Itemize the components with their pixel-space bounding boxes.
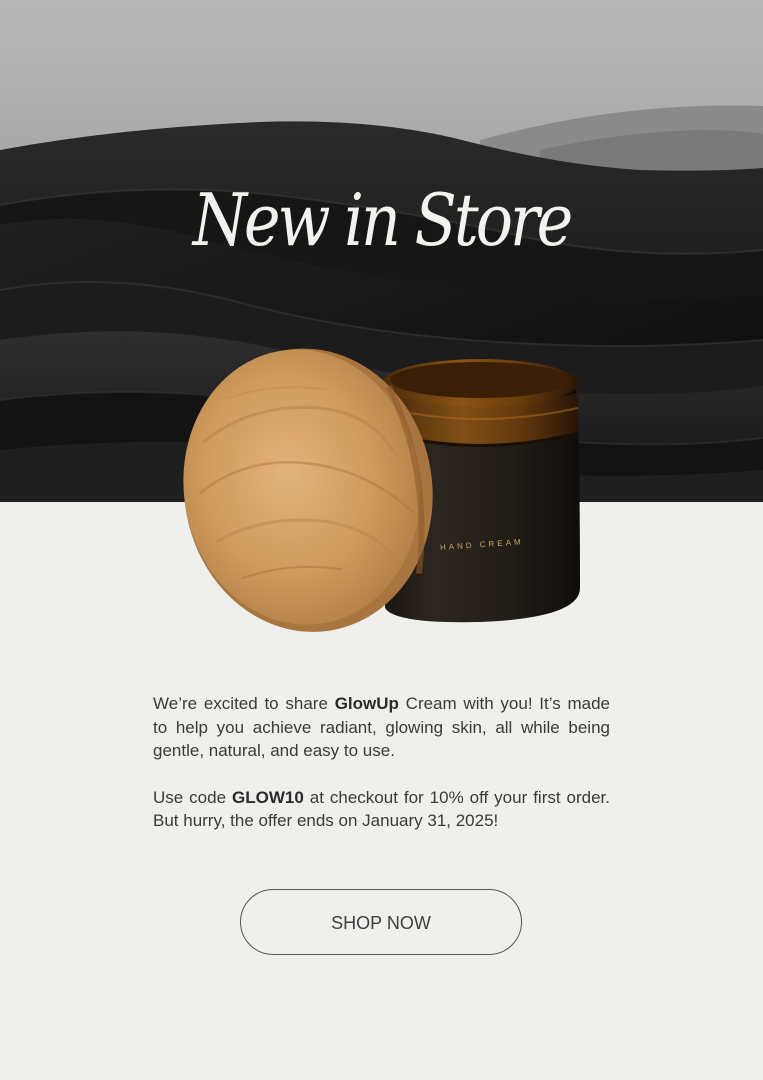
promo-code: GLOW10 — [232, 787, 304, 807]
product-name: GlowUp — [334, 694, 399, 713]
newsletter-page: New in Store HAND CREAM We’re excited to… — [0, 0, 763, 1080]
hero-headline: New in Store — [192, 178, 574, 262]
intro-text-start: We’re excited to share — [153, 694, 335, 713]
shop-now-button[interactable]: SHOP NOW — [240, 889, 522, 955]
offer-paragraph: Use code GLOW10 at checkout for 10% off … — [153, 786, 610, 833]
intro-paragraph: We’re excited to share GlowUp Cream with… — [153, 692, 610, 763]
hand-cream-jar-image: HAND CREAM — [183, 348, 580, 632]
offer-text-start: Use code — [153, 787, 232, 807]
body-copy: We’re excited to share GlowUp Cream with… — [153, 692, 610, 833]
